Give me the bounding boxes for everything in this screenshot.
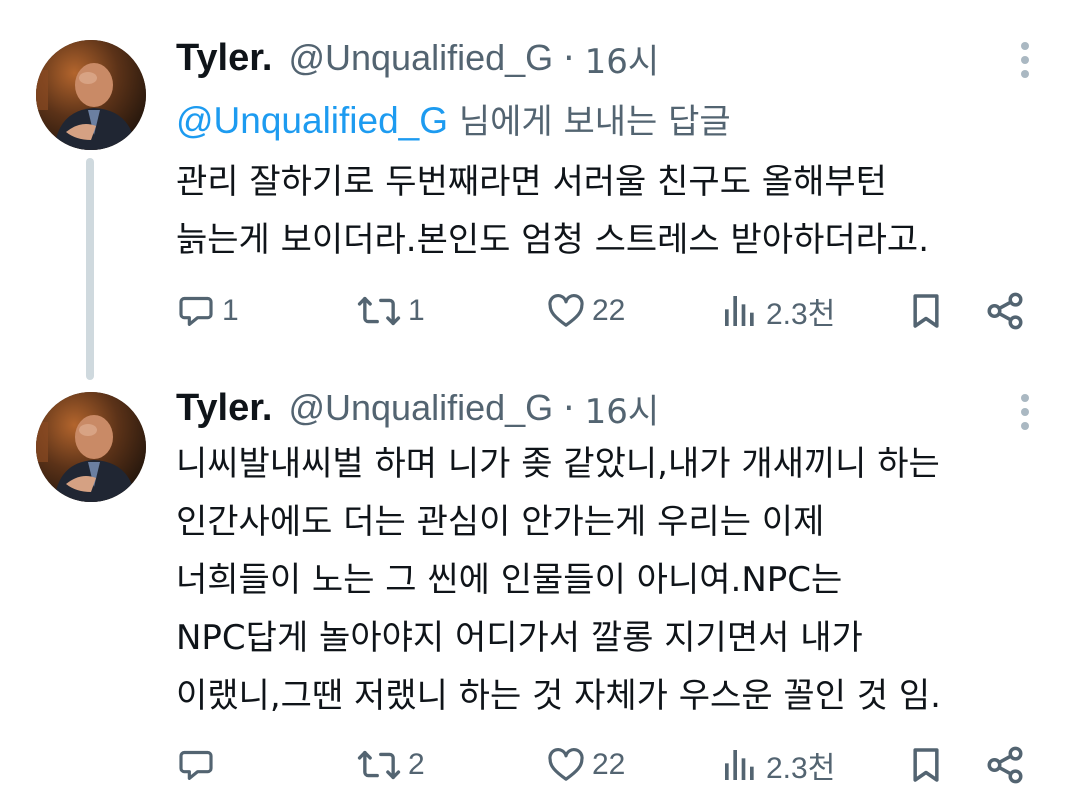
tweet-header: Tyler. @Unqualified_G · 16시 [176, 387, 659, 432]
replying-to: @Unqualified_G 님에게 보내는 답글 [176, 94, 731, 143]
tweet-1[interactable]: Tyler. @Unqualified_G · 16시 @Unqualified… [0, 0, 1080, 380]
retweet-button[interactable]: 1 [356, 286, 425, 336]
reply-to-suffix: 님에게 보내는 답글 [448, 102, 731, 142]
thread-line [86, 158, 94, 380]
bookmark-button[interactable] [906, 740, 946, 790]
views-count: 2.3천 [766, 752, 836, 785]
separator-dot: · [563, 387, 575, 429]
separator-dot: · [563, 37, 575, 79]
retweet-icon [357, 750, 401, 780]
action-bar: 1 1 22 2.3천 [0, 286, 1080, 336]
more-options-button[interactable] [1010, 38, 1040, 82]
like-count: 22 [592, 294, 626, 327]
share-icon [987, 292, 1023, 330]
like-button[interactable]: 22 [546, 286, 625, 336]
share-button[interactable] [984, 286, 1026, 336]
tweet-text-line: 너희들이 노는 그 씬에 인물들이 아니여.NPC는 [176, 560, 843, 600]
reply-button[interactable]: 1 [176, 286, 239, 336]
views-button[interactable]: 2.3천 [720, 740, 835, 790]
tweet-time[interactable]: 16시 [585, 34, 660, 83]
bookmark-button[interactable] [906, 286, 946, 336]
views-icon [725, 296, 754, 326]
tweet-text-line: NPC답게 놀아야지 어디가서 깔롱 지기면서 내가 [176, 618, 863, 658]
reply-icon [179, 296, 213, 326]
retweet-count: 1 [408, 294, 425, 327]
share-button[interactable] [984, 740, 1026, 790]
tweet-time[interactable]: 16시 [585, 384, 660, 433]
retweet-count: 2 [408, 748, 425, 781]
avatar[interactable] [36, 392, 146, 502]
reply-count: 1 [222, 294, 239, 327]
like-count: 22 [592, 748, 626, 781]
views-button[interactable]: 2.3천 [720, 286, 835, 336]
more-icon [1021, 42, 1029, 50]
user-handle[interactable]: @Unqualified_G [288, 37, 553, 79]
display-name[interactable]: Tyler. [176, 37, 272, 80]
user-handle[interactable]: @Unqualified_G [288, 387, 553, 429]
tweet-header: Tyler. @Unqualified_G · 16시 [176, 37, 659, 82]
bookmark-icon [913, 748, 939, 782]
heart-icon [548, 294, 584, 327]
tweet-2[interactable]: Tyler. @Unqualified_G · 16시 니씨발내씨벌 하며 니가… [0, 380, 1080, 810]
like-button[interactable]: 22 [546, 740, 625, 790]
tweet-text-line: 니씨발내씨벌 하며 니가 좆 같았니,내가 개새끼니 하는 [176, 444, 940, 484]
avatar[interactable] [36, 40, 146, 150]
reply-mention-link[interactable]: @Unqualified_G [176, 100, 448, 141]
share-icon [987, 746, 1023, 784]
more-icon [1021, 394, 1029, 402]
retweet-button[interactable]: 2 [356, 740, 425, 790]
tweet-text-line: 이랬니,그땐 저랬니 하는 것 자체가 우스운 꼴인 것 임. [176, 676, 941, 716]
more-options-button[interactable] [1010, 390, 1040, 434]
tweet-text-line: 늙는게 보이더라.본인도 엄청 스트레스 받아하더라고. [176, 220, 930, 260]
tweet-text-line: 관리 잘하기로 두번째라면 서러울 친구도 올해부턴 [176, 162, 887, 202]
display-name[interactable]: Tyler. [176, 387, 272, 430]
views-count: 2.3천 [766, 298, 836, 331]
tweet-text: 관리 잘하기로 두번째라면 서러울 친구도 올해부턴 늙는게 보이더라.본인도 … [176, 153, 1056, 269]
reply-icon [179, 750, 213, 780]
reply-button[interactable] [176, 740, 222, 790]
bookmark-icon [913, 294, 939, 328]
views-icon [725, 750, 754, 780]
tweet-text: 니씨발내씨벌 하며 니가 좆 같았니,내가 개새끼니 하는 인간사에도 더는 관… [176, 435, 1056, 725]
tweet-text-line: 인간사에도 더는 관심이 안가는게 우리는 이제 [176, 502, 825, 542]
action-bar: 2 22 2.3천 [0, 740, 1080, 790]
retweet-icon [357, 296, 401, 326]
heart-icon [548, 748, 584, 781]
